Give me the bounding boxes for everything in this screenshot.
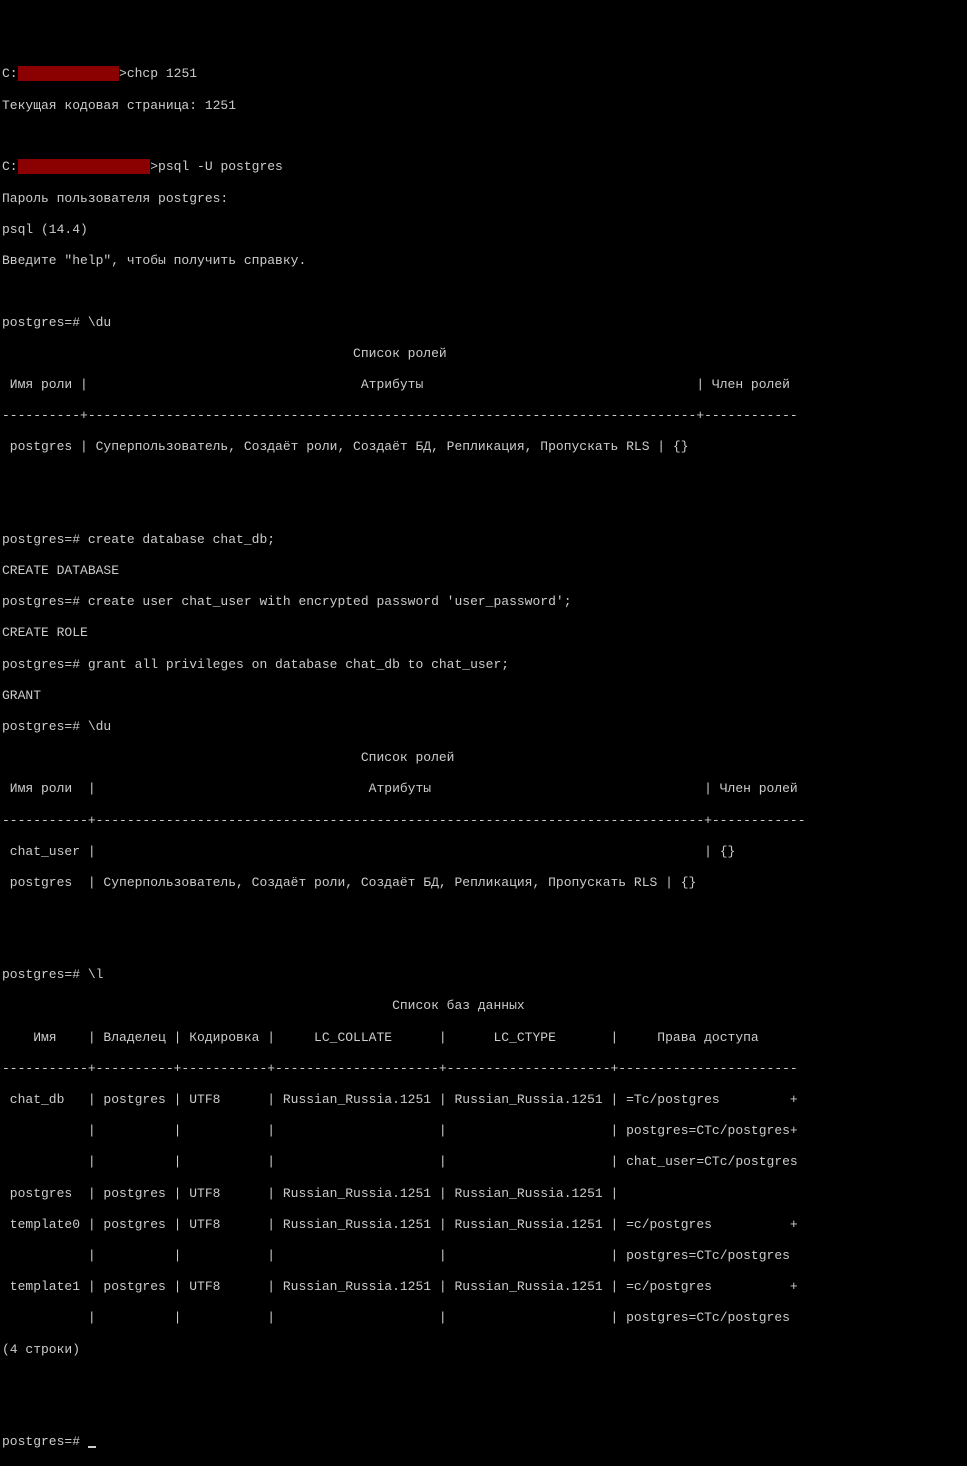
terminal-line: C: >chcp 1251 <box>2 66 965 82</box>
table-divider: -----------+----------------------------… <box>2 813 965 829</box>
table-row: | | | | | postgres=CTc/postgres <box>2 1310 965 1326</box>
terminal-output: CREATE DATABASE <box>2 563 965 579</box>
table-row: | | | | | chat_user=CTc/postgres <box>2 1154 965 1170</box>
redacted-path <box>18 66 119 81</box>
table-row: chat_db | postgres | UTF8 | Russian_Russ… <box>2 1092 965 1108</box>
terminal-output: Пароль пользователя postgres: <box>2 191 965 207</box>
terminal-blank <box>2 471 965 486</box>
psql-command-create-db: postgres=# create database chat_db; <box>2 532 965 548</box>
terminal-blank <box>2 1373 965 1388</box>
table-row: template1 | postgres | UTF8 | Russian_Ru… <box>2 1279 965 1295</box>
terminal-blank <box>2 129 965 144</box>
terminal-blank <box>2 284 965 299</box>
table-divider: ----------+-----------------------------… <box>2 408 965 424</box>
table-header: Имя роли | Атрибуты | Член ролей <box>2 377 965 393</box>
table-title: Список ролей <box>2 346 965 362</box>
terminal-output: Текущая кодовая страница: 1251 <box>2 98 965 114</box>
psql-command-l: postgres=# \l <box>2 967 965 983</box>
terminal-blank <box>2 937 965 952</box>
terminal-output: GRANT <box>2 688 965 704</box>
psql-prompt-active[interactable]: postgres=# <box>2 1434 965 1450</box>
terminal-blank <box>2 1403 965 1418</box>
table-row: template0 | postgres | UTF8 | Russian_Ru… <box>2 1217 965 1233</box>
terminal-output: CREATE ROLE <box>2 625 965 641</box>
terminal-output: psql (14.4) <box>2 222 965 238</box>
psql-command-create-user: postgres=# create user chat_user with en… <box>2 594 965 610</box>
table-row: postgres | postgres | UTF8 | Russian_Rus… <box>2 1186 965 1202</box>
terminal-blank <box>2 906 965 921</box>
psql-command-grant: postgres=# grant all privileges on datab… <box>2 657 965 673</box>
table-row: postgres | Суперпользователь, Создаёт ро… <box>2 439 965 455</box>
psql-command-du: postgres=# \du <box>2 719 965 735</box>
table-divider: -----------+----------+-----------+-----… <box>2 1061 965 1077</box>
table-header: Имя | Владелец | Кодировка | LC_COLLATE … <box>2 1030 965 1046</box>
terminal-blank <box>2 501 965 516</box>
table-row: postgres | Суперпользователь, Создаёт ро… <box>2 875 965 891</box>
terminal-output: (4 строки) <box>2 1342 965 1358</box>
psql-command-du: postgres=# \du <box>2 315 965 331</box>
command-psql: >psql -U postgres <box>150 159 283 174</box>
cursor-icon <box>88 1446 96 1448</box>
redacted-path <box>18 159 151 174</box>
table-title: Список баз данных <box>2 998 965 1014</box>
table-row: | | | | | postgres=CTc/postgres+ <box>2 1123 965 1139</box>
terminal-output: Введите "help", чтобы получить справку. <box>2 253 965 269</box>
table-title: Список ролей <box>2 750 965 766</box>
table-row: chat_user | | {} <box>2 844 965 860</box>
command-chcp: >chcp 1251 <box>119 66 197 81</box>
terminal-line: C: >psql -U postgres <box>2 159 965 175</box>
prompt-drive: C: <box>2 66 18 81</box>
table-header: Имя роли | Атрибуты | Член ролей <box>2 781 965 797</box>
table-row: | | | | | postgres=CTc/postgres <box>2 1248 965 1264</box>
prompt-drive: C: <box>2 159 18 174</box>
prompt-text: postgres=# <box>2 1434 88 1449</box>
